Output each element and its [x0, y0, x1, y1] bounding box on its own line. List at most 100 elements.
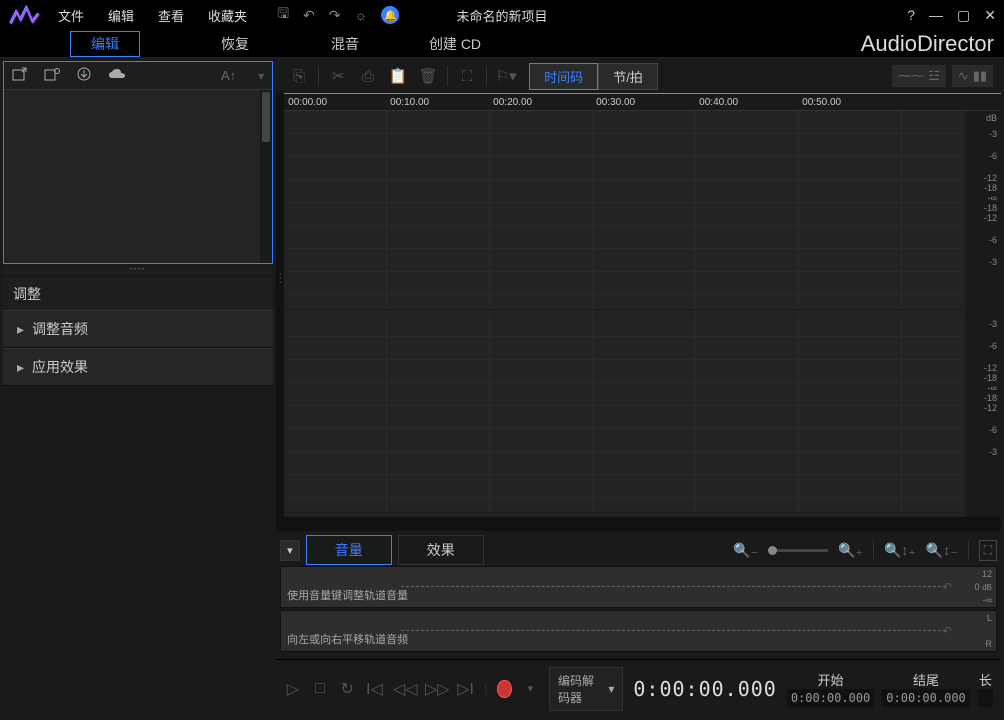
title-bar: 文件 编辑 查看 收藏夹 🖫 ↶ ↷ ☼ 🔔 未命名的新项目 ? — ▢ ✕: [0, 0, 1004, 30]
media-content[interactable]: [4, 90, 272, 263]
notification-icon[interactable]: 🔔: [381, 6, 399, 24]
fit-screen-icon[interactable]: ⛶: [979, 540, 997, 561]
zoom-v-in-icon[interactable]: 🔍↕₊: [884, 542, 916, 559]
transport-bar: ▷ □ ↻ I◁ ◁◁ ▷▷ ▷I | ▾ 编码解码器▾ 0:00:00.000…: [276, 659, 1001, 717]
undo-icon[interactable]: ↶: [303, 7, 315, 24]
close-icon[interactable]: ✕: [984, 7, 996, 24]
crop-icon[interactable]: ⛶: [452, 68, 482, 85]
loop-button[interactable]: ↻: [339, 679, 356, 699]
eq-view-icon[interactable]: ☳: [928, 68, 940, 84]
import-icon[interactable]: [12, 67, 28, 84]
time-ruler[interactable]: 00:00.00 00:10.00 00:20.00 00:30.00 00:4…: [284, 93, 1001, 111]
save-icon[interactable]: 🖫: [277, 3, 289, 27]
right-panel: ⎘ ✂ ⎙ 📋 🗑 ⛶ ⚐▾ 时间码 节/拍 ⁓⁓☳ ∿▮▮ ••• 00:: [276, 58, 1004, 720]
zoom-in-icon[interactable]: 🔍₊: [838, 542, 863, 559]
delete-icon[interactable]: 🗑: [413, 67, 443, 85]
apply-effects-item[interactable]: ▸ 应用效果: [3, 348, 273, 386]
tab-edit[interactable]: 编辑: [70, 31, 140, 57]
forward-button[interactable]: ▷▷: [425, 679, 447, 699]
tab-cd[interactable]: 创建 CD: [400, 34, 510, 54]
adjust-audio-item[interactable]: ▸调整音频: [3, 310, 273, 348]
ruler-tick: 00:50.00: [802, 97, 841, 108]
zoom-v-out-icon[interactable]: 🔍↕₋: [926, 542, 958, 559]
project-title: 未命名的新项目: [456, 6, 547, 25]
tab-restore[interactable]: 恢复: [180, 34, 290, 54]
pan-envelope-label: 向左或向右平移轨道音频: [287, 631, 408, 647]
timecode-toggle[interactable]: 时间码: [529, 63, 598, 90]
adjust-panel: 调整 ▸调整音频 ▸应用效果: [3, 278, 273, 717]
zoom-slider[interactable]: [768, 549, 828, 552]
redo-icon[interactable]: ↷: [329, 7, 341, 24]
ruler-tick: 00:30.00: [596, 97, 635, 108]
main-menu: 文件 编辑 查看 收藏夹: [58, 6, 247, 25]
cut-icon[interactable]: ✂: [323, 67, 353, 85]
settings-icon[interactable]: ☼: [354, 7, 367, 23]
time-mode-toggle: 时间码 节/拍: [529, 63, 658, 90]
media-scrollbar[interactable]: [260, 90, 272, 263]
expand-icon: ▸: [17, 359, 24, 376]
codec-dropdown[interactable]: 编码解码器▾: [549, 667, 623, 711]
prev-button[interactable]: I◁: [366, 679, 383, 699]
menu-view[interactable]: 查看: [158, 6, 184, 25]
rewind-button[interactable]: ◁◁: [393, 679, 415, 699]
next-button[interactable]: ▷I: [457, 679, 474, 699]
spectrum-icon[interactable]: ▮▮: [973, 68, 987, 84]
record-dropdown-icon[interactable]: ▾: [522, 682, 539, 695]
record-icon[interactable]: [44, 67, 60, 84]
workspace: A↑ ▾ •••• 调整 ▸调整音频 ▸应用效果 ⎘ ✂ ⎙ 📋 🗑 ⛶ ⚐▾: [0, 58, 1004, 720]
undo-pan-icon[interactable]: ↶: [942, 624, 952, 638]
ruler-tick: 00:00.00: [288, 97, 327, 108]
marker-icon[interactable]: ⚐▾: [491, 67, 521, 85]
record-button[interactable]: [497, 680, 512, 698]
undo-envelope-icon[interactable]: ↶: [942, 580, 952, 594]
window-controls: ? — ▢ ✕: [907, 7, 996, 24]
timeline-gutter[interactable]: •••: [276, 93, 284, 531]
media-toolbar: A↑ ▾: [4, 62, 272, 90]
pan-scale: LR: [956, 613, 992, 649]
dropdown-icon[interactable]: ▾: [258, 69, 264, 83]
ruler-tick: 00:20.00: [493, 97, 532, 108]
stop-button[interactable]: □: [311, 680, 328, 698]
copy-clip-icon[interactable]: ⎘: [284, 68, 314, 85]
volume-envelope-label: 使用音量键调整轨道音量: [287, 587, 408, 603]
volume-envelope-row[interactable]: 使用音量键调整轨道音量 12 0 dB -∞ ↶: [280, 566, 997, 608]
time-fields: 开始0:00:00.000 结尾0:00:00.000 长: [787, 670, 993, 707]
copy-icon[interactable]: ⎙: [353, 68, 383, 85]
db-scale: dB -3-6 -12-18 -∞-18 -12-6 -3 -3-6 -12-1…: [965, 111, 1001, 517]
text-size-button[interactable]: A↑: [221, 68, 236, 83]
horizontal-scrollbar[interactable]: [284, 517, 1001, 531]
maximize-icon[interactable]: ▢: [957, 7, 970, 24]
effects-tab[interactable]: 效果: [398, 535, 484, 565]
minimize-icon[interactable]: —: [929, 7, 943, 23]
adjust-scrollbar[interactable]: [261, 386, 273, 717]
apply-effects-label: 应用效果: [32, 357, 88, 377]
ruler-tick: 00:10.00: [390, 97, 429, 108]
tab-mix[interactable]: 混音: [290, 34, 400, 54]
start-time-field[interactable]: 开始0:00:00.000: [787, 670, 874, 707]
paste-icon[interactable]: 📋: [383, 67, 413, 85]
waveform-area: ••• 00:00.00 00:10.00 00:20.00 00:30.00 …: [276, 93, 1001, 531]
menu-favorites[interactable]: 收藏夹: [208, 6, 247, 25]
ruler-tick: 00:40.00: [699, 97, 738, 108]
spectral-view-icon[interactable]: ∿: [958, 68, 969, 84]
menu-file[interactable]: 文件: [58, 6, 84, 25]
end-time-field[interactable]: 结尾0:00:00.000: [882, 670, 969, 707]
volume-tab[interactable]: 音量: [306, 535, 392, 565]
envelope-menu-button[interactable]: ▾: [280, 540, 300, 561]
zoom-out-icon[interactable]: 🔍₋: [733, 542, 758, 559]
menu-edit[interactable]: 编辑: [108, 6, 134, 25]
help-icon[interactable]: ?: [907, 7, 915, 23]
beat-toggle[interactable]: 节/拍: [598, 63, 658, 90]
pan-envelope-row[interactable]: 向左或向右平移轨道音频 LR ↶: [280, 610, 997, 652]
wave-view-icon[interactable]: ⁓⁓: [898, 68, 924, 84]
titlebar-icons: 🖫 ↶ ↷ ☼ 🔔: [277, 3, 399, 27]
length-field[interactable]: 长: [978, 670, 993, 707]
zoom-controls: 🔍₋ 🔍₊ 🔍↕₊ 🔍↕₋ ⛶: [733, 540, 997, 561]
adjust-audio-label: 调整音频: [32, 319, 88, 339]
waveform-display[interactable]: dB -3-6 -12-18 -∞-18 -12-6 -3 -3-6 -12-1…: [284, 111, 1001, 517]
download-icon[interactable]: [76, 67, 92, 84]
panel-gripper[interactable]: ••••: [3, 267, 273, 275]
brand-label: AudioDirector: [861, 31, 994, 57]
play-button[interactable]: ▷: [284, 679, 301, 699]
cloud-icon[interactable]: [108, 68, 126, 83]
